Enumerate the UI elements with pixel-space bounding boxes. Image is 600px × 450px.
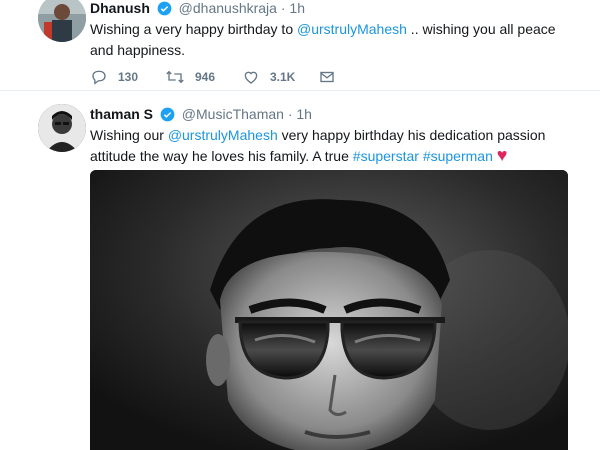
hashtag-link[interactable]: #superstar xyxy=(353,148,419,164)
tweet-header: Dhanush @dhanushkraja · 1h xyxy=(90,0,305,20)
reply-button[interactable]: 130 xyxy=(90,67,138,87)
avatar[interactable] xyxy=(38,0,86,42)
reply-icon xyxy=(90,68,108,86)
retweet-icon xyxy=(165,68,185,86)
direct-message-icon xyxy=(318,68,336,86)
hashtag-link[interactable]: #superman xyxy=(423,148,493,164)
timestamp[interactable]: 1h xyxy=(289,0,305,16)
separator-dot: · xyxy=(280,0,286,16)
verified-badge-icon xyxy=(157,1,172,20)
timestamp[interactable]: 1h xyxy=(296,106,312,122)
tweet-text-part: Wishing our xyxy=(90,127,168,143)
tweet-text: Wishing our @urstrulyMahesh very happy b… xyxy=(90,125,580,167)
verified-badge-icon xyxy=(160,107,175,126)
tweet-dhanush[interactable]: Dhanush @dhanushkraja · 1h Wishing a ver… xyxy=(0,0,600,90)
user-handle[interactable]: @MusicThaman xyxy=(182,106,284,122)
tweet-photo[interactable] xyxy=(90,170,568,450)
like-count: 3.1K xyxy=(270,70,296,84)
reply-count: 130 xyxy=(118,70,139,84)
user-name[interactable]: thaman S xyxy=(90,106,153,122)
tweet-divider xyxy=(0,90,600,91)
separator-dot: · xyxy=(287,106,293,122)
tweet-text-part: Wishing a very happy birthday to xyxy=(90,21,297,37)
tweet-header: thaman S @MusicThaman · 1h xyxy=(90,105,312,126)
retweet-button[interactable]: 946 xyxy=(165,67,215,87)
avatar[interactable] xyxy=(38,104,86,152)
user-name[interactable]: Dhanush xyxy=(90,0,150,16)
direct-message-button[interactable] xyxy=(318,67,336,87)
like-icon xyxy=(242,68,260,86)
tweet-actions: 130 946 3.1K xyxy=(90,67,350,87)
heart-emoji: ♥ xyxy=(496,145,508,165)
mention-link[interactable]: @urstrulyMahesh xyxy=(168,127,278,143)
user-handle[interactable]: @dhanushkraja xyxy=(179,0,277,16)
mention-link[interactable]: @urstrulyMahesh xyxy=(297,21,407,37)
retweet-count: 946 xyxy=(195,70,216,84)
tweet-text: Wishing a very happy birthday to @urstru… xyxy=(90,19,570,61)
like-button[interactable]: 3.1K xyxy=(242,67,295,87)
